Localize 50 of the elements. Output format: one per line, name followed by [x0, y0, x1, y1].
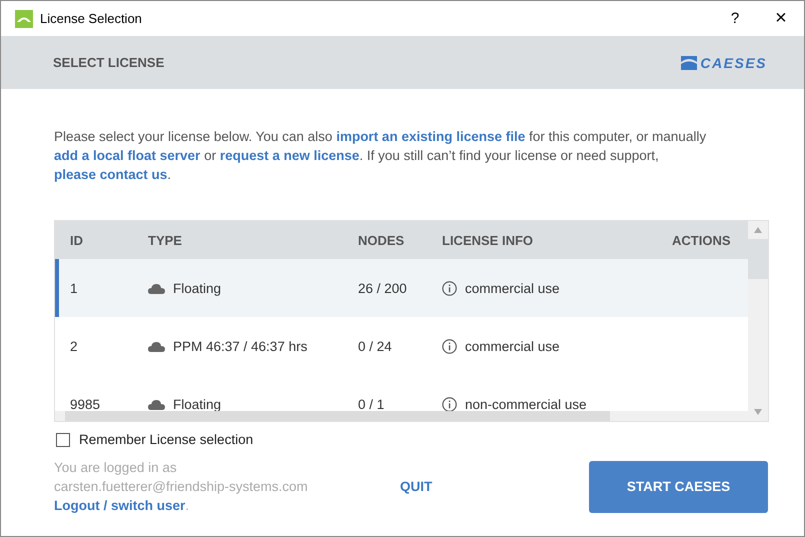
cloud-icon [148, 398, 165, 410]
license-row[interactable]: 1 Floating 26 / 200 commercial use [55, 259, 748, 317]
checkbox[interactable] [56, 432, 70, 446]
info-icon [442, 338, 457, 354]
intro-link[interactable]: please contact us [54, 167, 168, 182]
cloud-icon [148, 282, 165, 294]
column-header: LICENSE INFO [441, 232, 534, 248]
table-cell: Floating [173, 396, 222, 411]
table-cell: commercial use [465, 280, 560, 296]
checkbox-label: Remember License selection [79, 432, 254, 447]
cloud-icon [148, 340, 165, 352]
window-title: License Selection [40, 11, 143, 26]
period-text: . [185, 497, 190, 515]
intro-link[interactable]: request a new license [220, 148, 360, 163]
app-logo-icon [15, 10, 33, 28]
logo-text: CAESES [700, 54, 767, 70]
close-button[interactable]: × [758, 1, 804, 36]
email-text: carsten.fuetterer@friendship-systems.com [54, 478, 309, 496]
quit-button[interactable]: QUIT [394, 475, 438, 498]
vertical-scrollbar-thumb[interactable] [748, 239, 768, 279]
table-cell-text: 26 / 200 [357, 280, 408, 296]
column-header: TYPE [147, 232, 183, 248]
license-row[interactable]: 2 PPM 46:37 / 46:37 hrs 0 / 24 commercial use [55, 317, 748, 375]
license-row[interactable]: 9985 Floating 0 / 1 non-commercial use [55, 375, 748, 411]
table-cell-text: 9985 [69, 396, 102, 411]
info-icon [442, 280, 457, 296]
scroll-up-icon[interactable] [753, 226, 763, 234]
table-cell: commercial use [465, 338, 560, 354]
table-cell: Floating [173, 280, 222, 296]
section-title: SELECT LICENSE [53, 55, 166, 70]
table-cell-text: 0 / 24 [357, 338, 393, 354]
scroll-down-icon[interactable] [753, 408, 763, 416]
login-status-text: You are logged in as [54, 459, 178, 477]
info-icon [442, 396, 457, 411]
table-cell-text: 2 [69, 338, 79, 354]
table-cell: PPM 46:37 / 46:37 hrs [173, 338, 308, 354]
table-cell-text: 0 / 1 [357, 396, 386, 411]
table-cell-text: 1 [69, 280, 79, 296]
intro-paragraph: Please select your license below. You can also import an existing license file for this computer, or manually add a local float server or request a new license. If you still can’t find your license or need support, please contact us. [54, 128, 708, 184]
intro-link[interactable]: add a local float server [54, 148, 200, 163]
column-header: ACTIONS [671, 232, 732, 248]
logo-icon [681, 56, 698, 70]
table-cell: non-commercial use [465, 396, 587, 411]
column-header: NODES [357, 232, 406, 248]
logout-link[interactable]: Logout / switch user [54, 496, 186, 515]
start-button[interactable]: START CAESES [589, 460, 768, 512]
horizontal-scrollbar-thumb[interactable] [65, 411, 610, 421]
help-button[interactable]: ? [712, 1, 758, 36]
intro-link[interactable]: import an existing license file [336, 129, 526, 144]
column-header: ID [69, 232, 84, 248]
